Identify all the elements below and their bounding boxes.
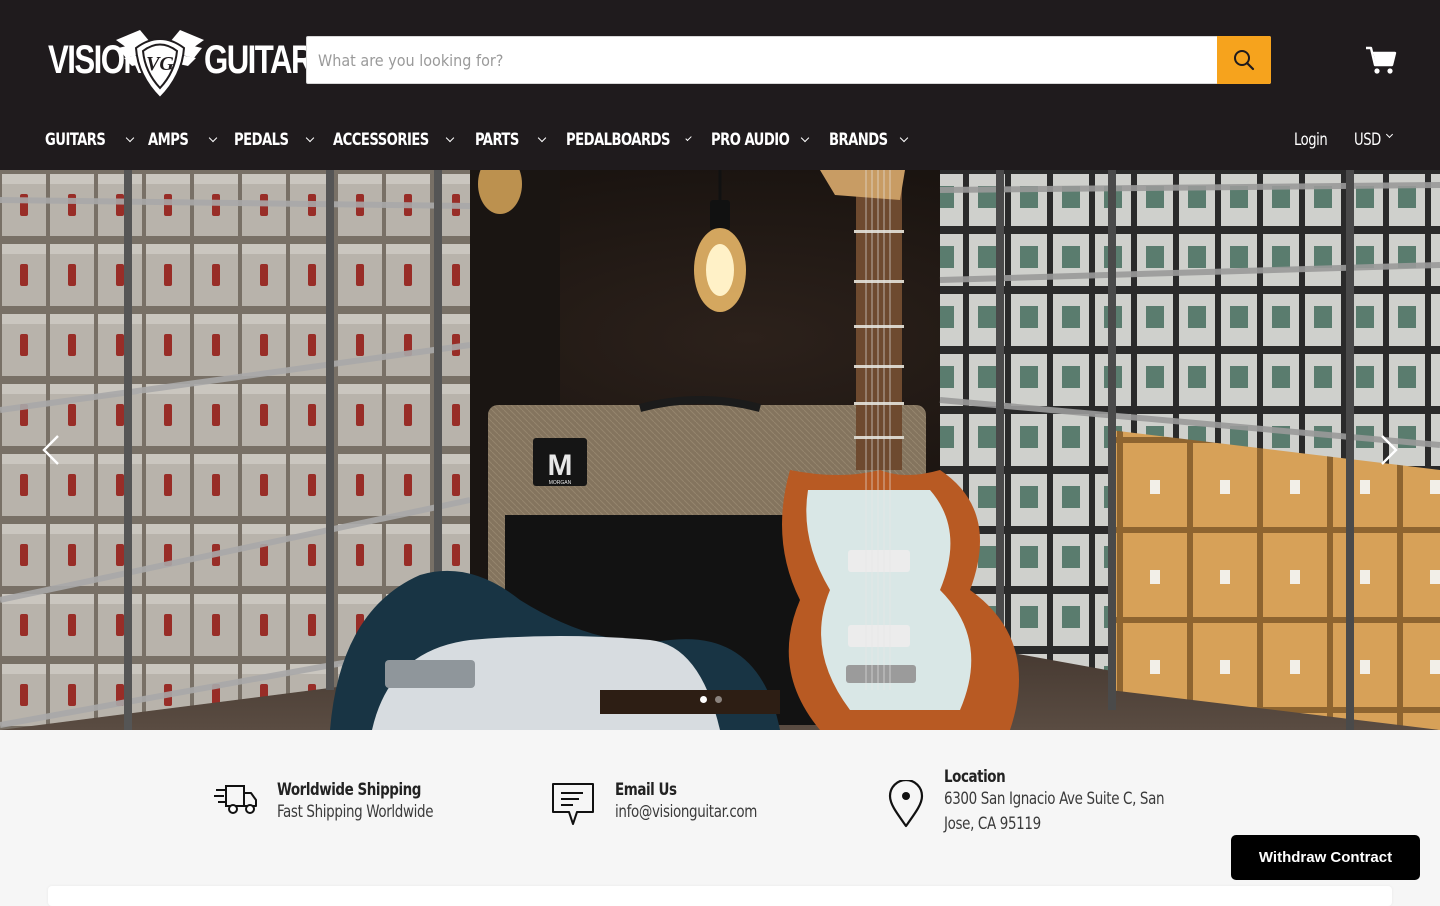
search-input[interactable] bbox=[307, 37, 1217, 83]
location-line2: Jose, CA 95119 bbox=[944, 814, 1041, 834]
nav-label: PARTS bbox=[475, 130, 519, 150]
nav-label: PRO AUDIO bbox=[711, 130, 790, 150]
search-bar bbox=[306, 36, 1271, 84]
chevron-down-icon bbox=[800, 133, 810, 143]
nav-item-parts[interactable]: PARTS bbox=[475, 126, 547, 154]
shipping-info: Worldwide Shipping Fast Shipping Worldwi… bbox=[214, 780, 433, 822]
nav-item-pedalboards[interactable]: PEDALBOARDS bbox=[566, 126, 692, 154]
logo-word-right: GUITAR bbox=[204, 38, 313, 82]
nav-label: AMPS bbox=[148, 130, 189, 150]
nav-label: PEDALS bbox=[234, 130, 289, 150]
location-title: Location bbox=[944, 767, 1006, 787]
chevron-down-icon bbox=[1385, 130, 1394, 139]
nav-item-accessories[interactable]: ACCESSORIES bbox=[333, 126, 455, 154]
carousel-prev-arrow-icon[interactable] bbox=[36, 432, 66, 468]
amp-badge: M bbox=[548, 449, 573, 482]
location-info: Location 6300 San Ignacio Ave Suite C, S… bbox=[888, 767, 1165, 834]
nav-item-pro-audio[interactable]: PRO AUDIO bbox=[711, 126, 810, 154]
nav-label: GUITARS bbox=[45, 130, 106, 150]
email-text: info@visionguitar.com bbox=[615, 802, 758, 822]
nav-item-pedals[interactable]: PEDALS bbox=[234, 126, 315, 154]
currency-label: USD bbox=[1354, 130, 1381, 150]
main-nav: GUITARS AMPS PEDALS ACCESSORIES PARTS PE… bbox=[45, 126, 937, 154]
shipping-text: Fast Shipping Worldwide bbox=[277, 802, 434, 822]
delivery-truck-icon bbox=[214, 785, 257, 814]
info-strip: Worldwide Shipping Fast Shipping Worldwi… bbox=[0, 730, 1440, 900]
carousel-dots bbox=[700, 696, 722, 703]
carousel-next-arrow-icon[interactable] bbox=[1374, 432, 1404, 468]
shopping-cart-icon[interactable] bbox=[1364, 44, 1398, 76]
site-header: VISION VG GUITAR GUITARS bbox=[0, 0, 1440, 170]
logo-monogram: VG bbox=[146, 53, 174, 75]
nav-item-guitars[interactable]: GUITARS bbox=[45, 126, 135, 154]
login-link[interactable]: Login bbox=[1294, 126, 1333, 154]
login-label: Login bbox=[1294, 130, 1328, 150]
carousel-dot[interactable] bbox=[700, 696, 707, 703]
shipping-title: Worldwide Shipping bbox=[277, 780, 422, 800]
chevron-down-icon bbox=[305, 133, 315, 143]
chevron-down-icon bbox=[685, 134, 692, 142]
hero-image: M MORGAN bbox=[0, 170, 1440, 730]
nav-label: ACCESSORIES bbox=[333, 130, 429, 150]
amp-brand: MORGAN bbox=[549, 480, 572, 486]
nav-item-amps[interactable]: AMPS bbox=[148, 126, 218, 154]
hero-carousel: M MORGAN bbox=[0, 170, 1440, 730]
search-button[interactable] bbox=[1217, 36, 1271, 84]
logo[interactable]: VISION VG GUITAR bbox=[46, 20, 313, 100]
guitar-pick-emblem-icon: VG bbox=[116, 30, 204, 100]
email-info[interactable]: Email Us info@visionguitar.com bbox=[551, 780, 757, 826]
chevron-down-icon bbox=[208, 133, 218, 143]
map-pin-icon bbox=[888, 780, 924, 828]
nav-item-brands[interactable]: BRANDS bbox=[829, 126, 909, 154]
nav-label: BRANDS bbox=[829, 130, 888, 150]
chevron-down-icon bbox=[537, 133, 547, 143]
nav-label: PEDALBOARDS bbox=[566, 130, 670, 150]
chat-message-icon bbox=[552, 783, 594, 825]
chevron-down-icon bbox=[899, 133, 909, 143]
currency-selector[interactable]: USD bbox=[1354, 126, 1394, 154]
chevron-down-icon bbox=[125, 133, 135, 143]
withdraw-contract-button[interactable]: Withdraw Contract bbox=[1231, 835, 1420, 880]
search-icon bbox=[1234, 50, 1255, 71]
chevron-down-icon bbox=[445, 133, 455, 143]
carousel-dot[interactable] bbox=[715, 696, 722, 703]
email-title: Email Us bbox=[615, 780, 677, 800]
location-line1: 6300 San Ignacio Ave Suite C, San bbox=[944, 789, 1165, 809]
content-card bbox=[48, 886, 1392, 906]
